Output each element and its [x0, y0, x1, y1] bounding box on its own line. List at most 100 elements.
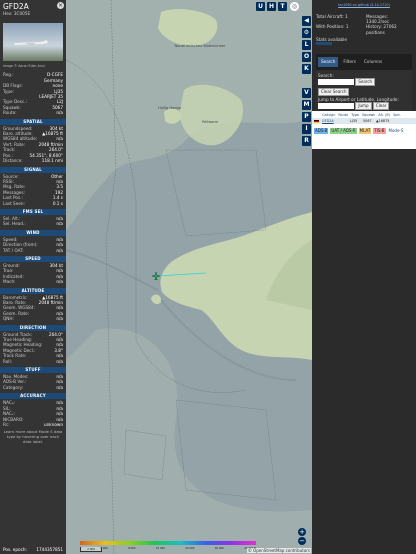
spatial-rows: Groundspeed: 304 kt Baro. altitude: ▲16875 … — [0, 126, 66, 164]
epoch-label: Pos. epoch: — [3, 547, 27, 552]
hex-value: 3C005E — [13, 11, 31, 16]
map-button-i[interactable]: I — [302, 124, 311, 134]
badge-modes: Mode-S — [388, 128, 404, 133]
map-button-m[interactable]: M — [302, 100, 311, 110]
withpos-label: With Position: — [316, 24, 345, 30]
clear-button[interactable]: Clear — [372, 102, 390, 111]
route-value: n/a — [56, 110, 63, 116]
info-row-label: Category: — [3, 384, 24, 390]
map-button-p[interactable]: P — [302, 112, 311, 122]
section-altitude: ALTITUDE — [0, 287, 66, 294]
stats-available-link[interactable]: Stats available — [312, 37, 416, 42]
info-row-label: Roll: — [3, 358, 13, 364]
map-button-h[interactable]: H — [267, 2, 276, 11]
badge-adsb: ADS-B — [314, 128, 329, 134]
aircraft-info-panel: GFD2A Hex: 3C005E × Image © Aaron Eden A… — [0, 0, 66, 554]
column-header[interactable]: Route — [338, 113, 348, 117]
zoom-out-button[interactable]: − — [298, 537, 306, 545]
aircraft-photo[interactable] — [3, 23, 63, 61]
clear-search-button[interactable]: Clear Search — [318, 88, 350, 97]
map-button-k[interactable]: K — [302, 64, 311, 74]
tab-columns[interactable]: Columns — [361, 57, 385, 66]
route-row: Route: n/a — [0, 110, 66, 115]
row-squawk: 5067 — [363, 119, 372, 123]
row-alt: ▲16875 — [376, 119, 390, 123]
section-wind: WIND — [0, 229, 66, 236]
info-row: Category: n/a — [0, 385, 66, 390]
section-fms: FMS SEL — [0, 208, 66, 215]
badge-uat: UAT / ADS-R — [330, 128, 357, 134]
aircraft-marker-icon[interactable] — [152, 272, 160, 280]
sidebar-panel: tar1090 on github (3.14.1710) Total Airc… — [312, 0, 416, 554]
total-value: 1 — [345, 14, 348, 19]
close-icon[interactable]: × — [57, 2, 64, 9]
osm-attribution[interactable]: © OpenStreetMap contributors — [246, 548, 311, 553]
info-note: Learn more about Mode S data type by hov… — [3, 429, 63, 445]
map-button-o[interactable]: O — [302, 52, 311, 62]
column-header[interactable]: Alt. (ft) — [378, 113, 390, 117]
map-canvas — [66, 0, 312, 554]
hex-label: Hex: — [3, 11, 13, 16]
stats-grid: Total Aircraft: 1 With Position: 1 Messag… — [312, 12, 416, 37]
section-speed: SPEED — [0, 255, 66, 262]
info-row-value: n/a — [56, 358, 63, 364]
selected-callsign: GFD2A — [3, 2, 29, 11]
github-link[interactable]: tar1090 on github (3.14.1710) — [312, 0, 416, 12]
zoom-in-button[interactable]: + — [298, 528, 306, 536]
map-button-u[interactable]: U — [256, 2, 265, 11]
map-label-hooge: Hallig Hooge — [158, 106, 181, 110]
altitude-legend-bar — [80, 541, 256, 545]
map-button-v[interactable]: V — [302, 88, 311, 98]
column-header[interactable]: Callsign — [322, 113, 335, 117]
collapse-sidebar-icon[interactable]: ◀ — [302, 16, 311, 26]
settings-gear-icon[interactable]: ⚙ — [302, 28, 311, 38]
column-header[interactable]: Squawk — [362, 113, 375, 117]
scale-line: 2 NM — [80, 547, 102, 552]
map-button-r[interactable]: R — [302, 136, 311, 146]
info-row-value: n/a — [56, 384, 63, 390]
row-callsign: GFD2A — [322, 119, 334, 123]
germany-flag-icon — [314, 119, 319, 123]
reg-label: Reg.: — [3, 72, 14, 78]
info-row: Mach: n/a — [0, 279, 66, 284]
map-view[interactable]: Nordfriesisches Wattenmeer Hallig Hooge … — [66, 0, 312, 554]
column-header[interactable]: Type — [351, 113, 359, 117]
stats-indicator — [316, 42, 332, 46]
map-button-t[interactable]: T — [278, 2, 287, 11]
search-button[interactable]: Search — [355, 78, 376, 87]
aircraft-table: Callsign Route Type Squawk Alt. (ft) Spd… — [312, 111, 416, 149]
tab-filters[interactable]: Filters — [340, 57, 359, 66]
badge-tisb: TIS-B — [373, 128, 386, 134]
epoch-row: Pos. epoch: 1744357851 — [0, 546, 66, 554]
jump-button[interactable]: Jump — [355, 102, 372, 111]
map-label-wattenmeer: Nordfriesisches Wattenmeer — [174, 44, 226, 48]
info-row-value: n/a — [56, 247, 63, 253]
jump-input[interactable] — [318, 103, 354, 110]
section-accuracy: ACCURACY — [0, 393, 66, 400]
row-type: LJ35 — [350, 119, 358, 123]
info-header: GFD2A Hex: 3C005E × — [0, 0, 66, 20]
map-button-l[interactable]: L — [302, 40, 311, 50]
search-input[interactable] — [318, 79, 354, 86]
search-panel: Search: Search Clear Search Jump to Airp… — [316, 70, 412, 115]
column-header[interactable]: Spd. — [393, 113, 401, 117]
total-label: Total Aircraft: — [316, 14, 344, 19]
alt-label: 20 000 — [185, 547, 195, 550]
info-row-value: n/a — [56, 279, 63, 285]
info-row-label: Last Seen: — [3, 200, 25, 206]
altitude-legend-labels: 6 000 8 000 10 000 20 000 30 000 40 000 … — [80, 547, 256, 550]
accuracy-rows: NACₚ: n/a SIL: n/a NACᵥ: n/a NICBARO: n/a Rc: unk… — [0, 400, 66, 427]
info-row-value: n/a — [56, 316, 63, 322]
altitude-rows: Barometric: ▲16875 ft Baro. Rate: 2048 ft/m… — [0, 295, 66, 322]
info-row-label: Distance: — [3, 158, 23, 164]
info-row: TAT / OAT: n/a — [0, 248, 66, 253]
section-direction: DIRECTION — [0, 324, 66, 331]
info-row: QNH: n/a — [0, 316, 66, 321]
source-legend: ADS-B UAT / ADS-R MLAT TIS-B Mode-S — [312, 124, 416, 134]
info-row: Sel. Head.: n/a — [0, 221, 66, 226]
layers-icon[interactable]: ◎ — [290, 2, 299, 11]
withpos-value: 1 — [345, 24, 349, 30]
tab-search[interactable]: Search — [318, 57, 339, 67]
table-header: Callsign Route Type Squawk Alt. (ft) Spd… — [312, 111, 416, 118]
direction-rows: Ground Track: 264.0° True Heading: n/a Magne… — [0, 332, 66, 364]
